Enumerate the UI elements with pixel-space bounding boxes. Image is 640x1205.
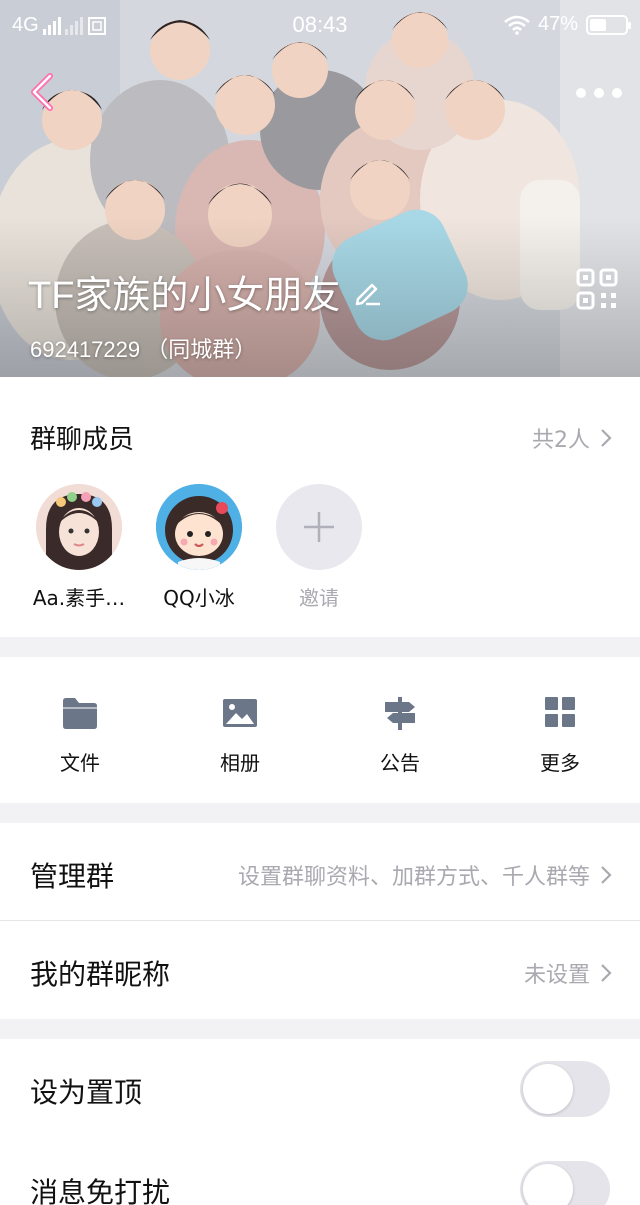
chevron-right-icon	[601, 964, 612, 982]
group-nickname-label: 我的群昵称	[30, 958, 171, 991]
tool-files[interactable]: 文件	[30, 695, 130, 776]
pin-to-top-toggle[interactable]	[520, 1061, 610, 1117]
avatar	[156, 484, 242, 570]
edit-pencil-icon[interactable]	[352, 277, 382, 307]
member-item[interactable]: Aa.素手…	[19, 484, 139, 611]
group-name: TF家族的小女朋友	[28, 275, 341, 317]
image-icon	[223, 699, 257, 727]
group-id: 692417229	[30, 337, 141, 362]
members-section: 群聊成员 共2人 Aa.素手… QQ小冰 邀请	[0, 377, 640, 637]
tool-label: 文件	[60, 751, 100, 775]
group-nickname-value: 未设置	[523, 963, 590, 988]
signpost-icon	[385, 697, 415, 730]
plus-icon	[304, 512, 334, 542]
pin-to-top-label: 设为置顶	[30, 1076, 143, 1109]
members-count: 共2人	[532, 428, 590, 453]
manage-group-row[interactable]: 管理群 设置群聊资料、加群方式、千人群等	[0, 823, 640, 921]
tool-label: 更多	[540, 751, 580, 775]
group-tools-section: 文件 相册 公告 更多	[0, 657, 640, 803]
cartoon-girl-avatar-image	[156, 484, 242, 570]
group-name-row[interactable]: TF家族的小女朋友	[28, 264, 382, 319]
manage-group-label: 管理群	[30, 860, 115, 893]
girl-avatar-image	[36, 484, 122, 570]
battery-fill	[590, 18, 606, 31]
back-chevron-icon[interactable]	[22, 70, 66, 114]
more-dots-icon[interactable]	[576, 78, 622, 108]
tool-more[interactable]: 更多	[510, 695, 610, 776]
invite-circle	[276, 484, 362, 570]
battery-percent: 47%	[537, 13, 578, 35]
invite-member-button[interactable]: 邀请	[259, 484, 379, 611]
member-name: QQ小冰	[163, 586, 235, 610]
members-count-link[interactable]: 共2人	[532, 422, 612, 454]
status-right: 47%	[504, 13, 631, 36]
tool-label: 相册	[220, 751, 260, 775]
do-not-disturb-label: 消息免打扰	[30, 1176, 171, 1205]
tool-album[interactable]: 相册	[190, 695, 290, 776]
group-id-line: 692417229 （同城群）	[30, 332, 256, 364]
toggle-knob	[523, 1064, 573, 1114]
folder-icon	[63, 698, 97, 729]
manage-group-hint-wrap: 设置群聊资料、加群方式、千人群等	[238, 859, 612, 891]
group-nickname-value-wrap: 未设置	[524, 957, 612, 989]
pin-to-top-row: 设为置顶	[0, 1039, 640, 1139]
group-cover-photo[interactable]: 4G 08:43 47% TF家族的小女朋友 692417229 （同城群）	[0, 0, 640, 377]
group-nickname-row[interactable]: 我的群昵称 未设置	[0, 921, 640, 1019]
tool-announcement[interactable]: 公告	[350, 695, 450, 776]
tool-label: 公告	[380, 751, 420, 775]
members-title: 群聊成员	[30, 425, 135, 455]
chevron-right-icon	[601, 429, 612, 447]
manage-group-hint: 设置群聊资料、加群方式、千人群等	[237, 865, 590, 890]
toggle-knob	[523, 1164, 573, 1205]
do-not-disturb-row: 消息免打扰	[0, 1139, 640, 1205]
member-name: Aa.素手…	[32, 586, 126, 610]
chevron-right-icon	[601, 866, 612, 884]
member-item[interactable]: QQ小冰	[139, 484, 259, 611]
avatar	[36, 484, 122, 570]
status-bar: 4G 08:43 47%	[0, 0, 640, 50]
battery-icon	[586, 14, 631, 35]
wifi-icon	[504, 15, 530, 35]
invite-label: 邀请	[299, 586, 339, 610]
grid-icon	[545, 697, 575, 727]
qr-code-icon[interactable]	[576, 268, 618, 310]
do-not-disturb-toggle[interactable]	[520, 1161, 610, 1205]
group-type: （同城群）	[146, 337, 257, 362]
